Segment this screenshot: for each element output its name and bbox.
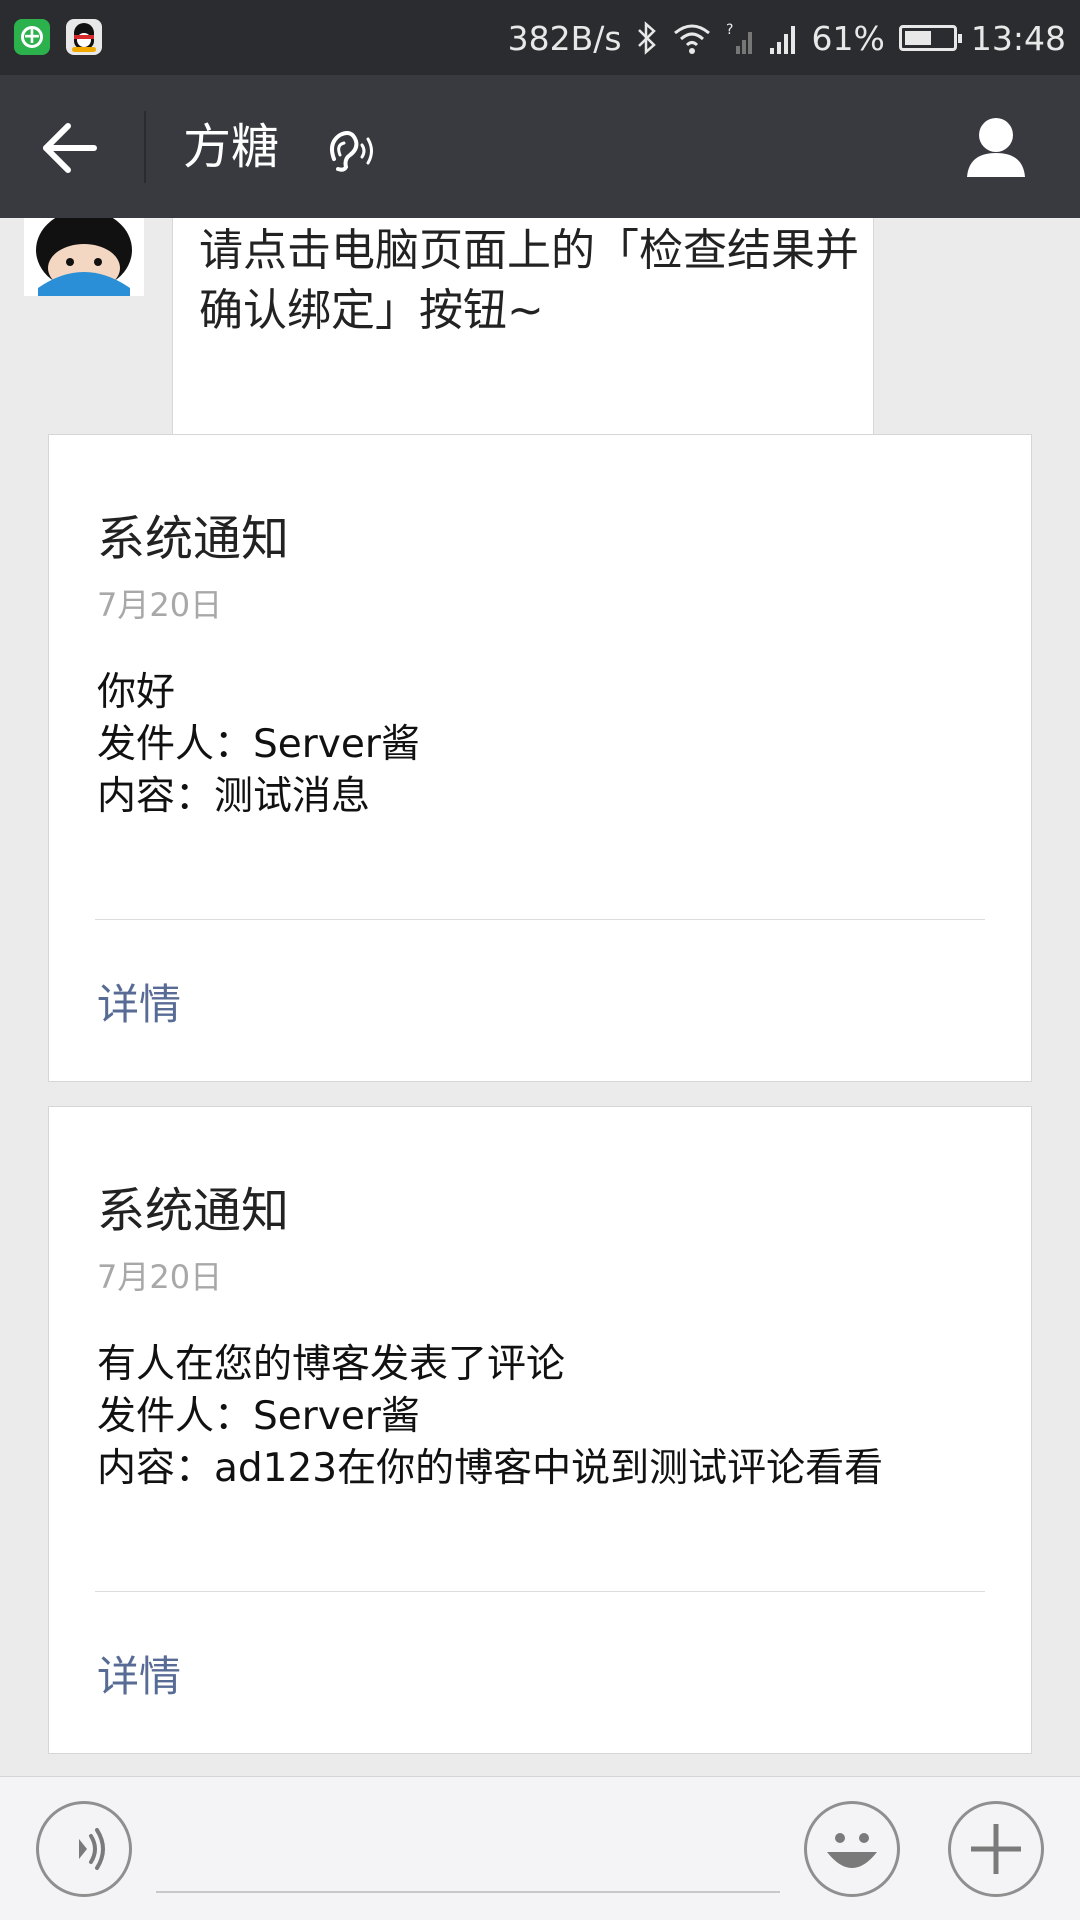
qq-icon [66,19,102,55]
battery-percent: 61% [811,18,885,58]
card-divider [95,919,985,920]
wifi-icon [673,24,710,54]
chat-area[interactable]: 扫码成功，还差一步就完成啦！ 请点击电脑页面上的「检查结果并确认绑定」按钮~ 系… [0,218,1080,1776]
card-divider [95,1591,985,1592]
back-arrow-icon [43,123,97,173]
card-date: 7月20日 [97,1258,223,1296]
card-line: 你好 [97,670,176,715]
back-button[interactable] [40,120,100,176]
signal-no-sim-icon: ? [726,22,752,54]
cartoon-girl-avatar-icon [24,218,144,296]
details-link[interactable]: 详情 [97,1647,181,1707]
status-bar: 382B/s ? 61% 13:48 [0,0,1080,75]
signal-icon [769,26,795,54]
message-text: 扫码成功，还差一步就完成啦！ 请点击电脑页面上的「检查结果并确认绑定」按钮~ [199,225,859,336]
input-bar [0,1776,1080,1920]
notification-card[interactable]: 系统通知 7月20日 你好 发件人：Server酱 内容：测试消息 详情 [48,434,1032,1082]
card-line: 发件人：Server酱 [97,722,420,767]
card-title: 系统通知 [97,511,290,567]
more-button[interactable] [948,1801,1044,1897]
earpiece-icon[interactable] [326,129,376,173]
battery-icon [898,25,962,51]
details-link[interactable]: 详情 [97,975,181,1035]
notification-card[interactable]: 系统通知 7月20日 有人在您的博客发表了评论 发件人：Server酱 内容：a… [48,1106,1032,1754]
card-line: 有人在您的博客发表了评论 [97,1342,566,1387]
voice-icon [79,1828,105,1870]
card-line: 内容：测试消息 [97,774,371,819]
profile-icon[interactable] [965,115,1027,179]
title-bar: 方糖 [0,75,1080,218]
card-body: 你好 发件人：Server酱 内容：测试消息 [97,667,987,823]
clock: 13:48 [970,18,1066,58]
title-divider [144,111,146,183]
wechat-notification-icon [14,19,50,55]
plus-icon [971,1824,1021,1874]
card-line: 内容：ad123在你的博客中说到测试评论看看 [97,1446,884,1491]
voice-button[interactable] [36,1801,132,1897]
card-title: 系统通知 [97,1183,290,1239]
chat-title: 方糖 [183,119,280,175]
emoji-icon [827,1833,877,1868]
emoji-button[interactable] [804,1801,900,1897]
card-line: 发件人：Server酱 [97,1394,420,1439]
avatar[interactable] [24,218,144,296]
svg-text:?: ? [726,22,733,38]
card-body: 有人在您的博客发表了评论 发件人：Server酱 内容：ad123在你的博客中说… [97,1339,987,1495]
bluetooth-icon [637,21,656,55]
message-input[interactable] [156,1807,780,1893]
card-date: 7月20日 [97,586,223,624]
network-speed: 382B/s [507,18,622,58]
